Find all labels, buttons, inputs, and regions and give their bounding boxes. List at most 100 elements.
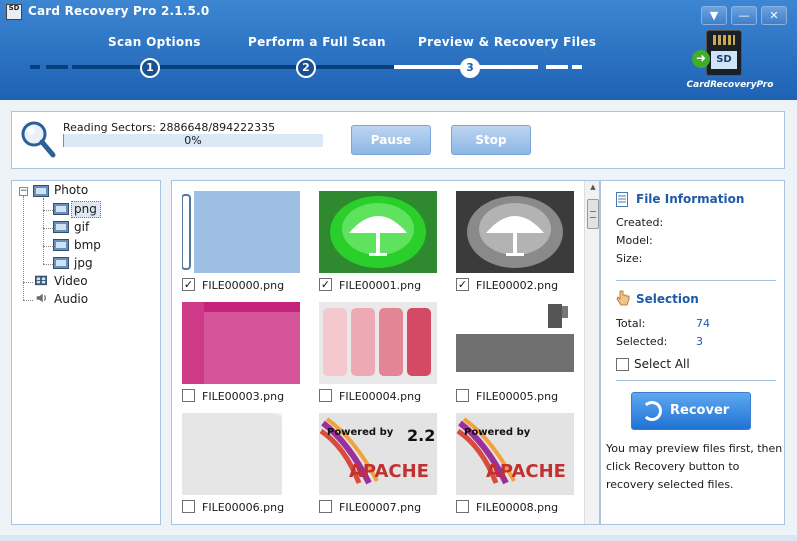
gif-folder-icon	[53, 221, 69, 233]
png-folder-icon	[53, 203, 69, 215]
photo-folder-icon	[33, 185, 49, 197]
tree-item-png[interactable]: png	[74, 202, 97, 216]
file-checkbox[interactable]: ✓	[182, 278, 195, 291]
recover-button[interactable]: Recover	[631, 392, 751, 430]
step-label-preview-recovery: Preview & Recovery Files	[418, 35, 597, 49]
thumbnail-image	[182, 302, 300, 384]
file-checkbox[interactable]: ✓	[319, 278, 332, 291]
powered-by-text: Powered by	[464, 427, 531, 438]
tree-item-photo[interactable]: Photo	[54, 183, 88, 197]
window-title: Card Recovery Pro 2.1.5.0	[28, 4, 210, 18]
file-checkbox[interactable]	[456, 500, 469, 513]
total-value: 74	[696, 317, 710, 330]
tree-connector	[43, 228, 53, 229]
tree-connector	[43, 210, 53, 211]
file-thumbnail[interactable]	[182, 413, 300, 495]
tree-connector	[43, 246, 53, 247]
file-name: FILE00006.png	[202, 501, 285, 514]
file-name: FILE00003.png	[202, 390, 285, 403]
magnifier-icon	[21, 121, 56, 158]
step-track-segment	[546, 65, 568, 69]
audio-icon	[36, 293, 46, 303]
file-thumbnail[interactable]	[319, 302, 437, 384]
thumbnail-image	[319, 191, 437, 273]
thumbnail-image	[182, 191, 300, 273]
file-thumbnail[interactable]	[456, 302, 574, 384]
scan-progress-panel: Reading Sectors: 2886648/894222335 0% Pa…	[11, 111, 785, 169]
file-thumbnail[interactable]: Powered by APACHE	[456, 413, 574, 495]
file-checkbox[interactable]	[319, 500, 332, 513]
tree-connector	[23, 300, 33, 301]
bmp-folder-icon	[53, 239, 69, 251]
apache-wordmark-text: APACHE	[349, 461, 429, 482]
file-checkbox[interactable]	[319, 389, 332, 402]
tree-item-audio[interactable]: Audio	[54, 292, 88, 306]
tree-collapse-toggle[interactable]: −	[19, 187, 28, 196]
refresh-icon	[642, 401, 662, 421]
sd-card-label: SD	[711, 51, 737, 69]
selected-label: Selected:	[616, 335, 668, 348]
close-button[interactable]: ✕	[761, 6, 787, 25]
file-thumbnail[interactable]	[319, 191, 437, 273]
total-label: Total:	[616, 317, 646, 330]
minimize-button[interactable]: —	[731, 6, 757, 25]
step-track-segment	[572, 65, 582, 69]
file-type-tree: − Photo png gif bmp jpg Video Audio	[11, 180, 161, 525]
file-name: FILE00001.png	[339, 279, 422, 292]
file-checkbox[interactable]	[182, 500, 195, 513]
step-indicator-1: 1	[140, 58, 160, 78]
thumbnail-image	[319, 302, 437, 384]
window-menu-button[interactable]: ▼	[701, 6, 727, 25]
scrollbar-thumb[interactable]	[587, 199, 599, 229]
file-thumbnail-grid: ✓ FILE00000.png ✓ FILE00001.png ✓ FILE00…	[171, 180, 600, 525]
card-pins	[713, 35, 735, 45]
recover-button-label: Recover	[670, 403, 730, 418]
file-checkbox[interactable]: ✓	[456, 278, 469, 291]
file-checkbox[interactable]	[456, 389, 469, 402]
section-divider	[616, 280, 776, 281]
thumbnail-image: Powered by APACHE	[456, 413, 574, 495]
progress-percent: 0%	[184, 134, 202, 147]
step-indicator-2: 2	[296, 58, 316, 78]
tree-connector	[23, 282, 33, 283]
tree-connector	[43, 198, 44, 264]
tree-item-gif[interactable]: gif	[74, 220, 89, 234]
selected-value: 3	[696, 335, 703, 348]
file-name: FILE00007.png	[339, 501, 422, 514]
sd-card-icon: SD	[706, 30, 742, 76]
file-thumbnail[interactable]	[456, 191, 574, 273]
document-icon	[616, 192, 628, 207]
pause-button[interactable]: Pause	[351, 125, 431, 155]
step-track-segment	[46, 65, 68, 69]
select-all-checkbox[interactable]	[616, 358, 629, 371]
file-name: FILE00008.png	[476, 501, 559, 514]
file-checkbox[interactable]	[182, 389, 195, 402]
grid-scrollbar[interactable]: ▲	[584, 181, 599, 524]
file-name: FILE00005.png	[476, 390, 559, 403]
tree-item-jpg[interactable]: jpg	[74, 256, 93, 270]
stop-button[interactable]: Stop	[451, 125, 531, 155]
header-bar: SD Card Recovery Pro 2.1.5.0 ▼ — ✕ Scan …	[0, 0, 797, 100]
logo-text: CardRecoveryPro	[686, 80, 774, 90]
tree-item-bmp[interactable]: bmp	[74, 238, 101, 252]
select-all-label[interactable]: Select All	[634, 357, 690, 371]
apache-wordmark-text: APACHE	[486, 461, 566, 482]
product-logo: SD ➜ CardRecoveryPro	[680, 28, 780, 96]
file-name: FILE00004.png	[339, 390, 422, 403]
tree-connector	[23, 196, 24, 300]
file-name: FILE00002.png	[476, 279, 559, 292]
thumbnail-image	[456, 302, 574, 384]
powered-by-text: Powered by	[327, 427, 394, 438]
file-thumbnail[interactable]: Powered by 2.2 APACHE	[319, 413, 437, 495]
selection-heading: Selection	[636, 292, 699, 306]
thumbnail-image: Powered by 2.2 APACHE	[319, 413, 437, 495]
apache-version-text: 2.2	[407, 426, 435, 445]
recover-arrow-icon: ➜	[692, 50, 710, 68]
tree-item-video[interactable]: Video	[54, 274, 88, 288]
file-thumbnail[interactable]	[182, 302, 300, 384]
file-thumbnail[interactable]	[182, 191, 300, 273]
card-recovery-window: SD Card Recovery Pro 2.1.5.0 ▼ — ✕ Scan …	[0, 0, 797, 541]
file-name: FILE00000.png	[202, 279, 285, 292]
step-track-segment	[30, 65, 40, 69]
scroll-up-arrow-icon[interactable]: ▲	[587, 183, 599, 193]
